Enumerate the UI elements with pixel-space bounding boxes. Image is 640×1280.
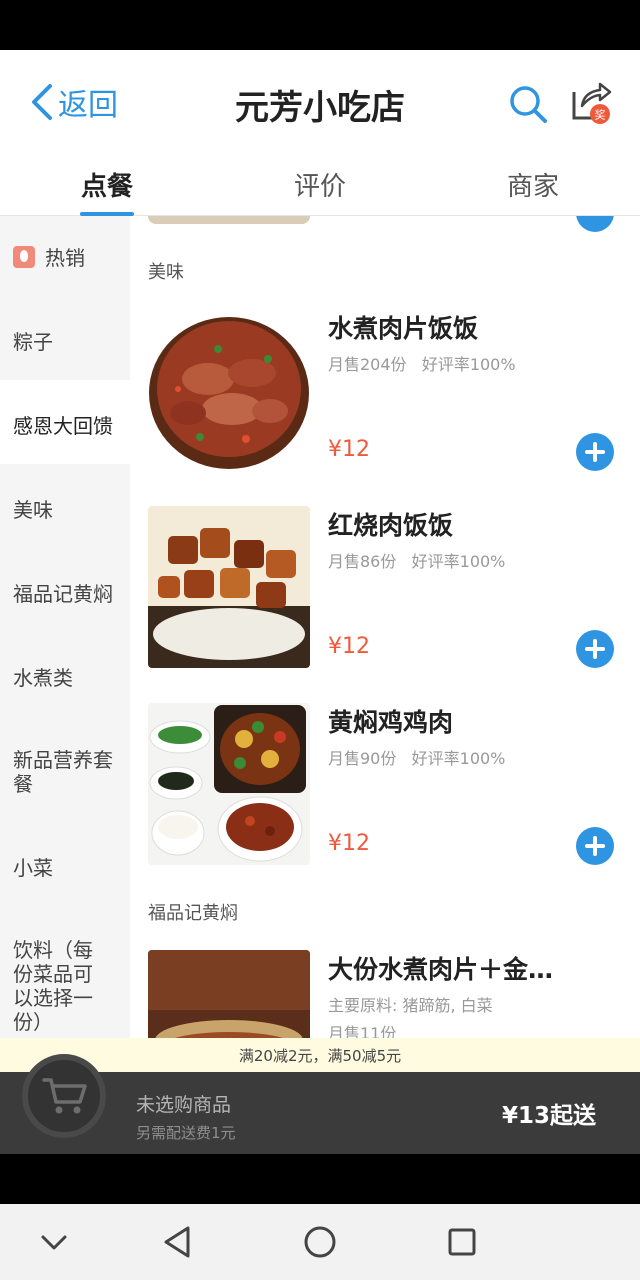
add-to-cart-button[interactable] xyxy=(576,433,614,471)
food-list: 美味 水煮肉片饭饭 月售204份 好评率100% ¥12 红烧肉饭饭 月售86份… xyxy=(130,216,640,1072)
food-name: 黄焖鸡鸡肉 xyxy=(328,708,454,737)
food-rating: 好评率100% xyxy=(411,749,506,768)
recents-square-icon[interactable] xyxy=(442,1222,482,1262)
food-price: ¥12 xyxy=(328,437,370,462)
tab-merchant[interactable]: 商家 xyxy=(473,166,593,203)
home-circle-icon[interactable] xyxy=(300,1222,340,1262)
back-triangle-icon[interactable] xyxy=(158,1222,198,1262)
search-icon[interactable] xyxy=(506,82,550,126)
food-stats: 月售90份 好评率100% xyxy=(328,745,505,769)
food-item[interactable]: 红烧肉饭饭 月售86份 好评率100% ¥12 xyxy=(148,506,640,670)
svg-text:奖: 奖 xyxy=(595,108,606,122)
food-image xyxy=(148,309,310,471)
food-rating: 好评率100% xyxy=(411,552,506,571)
system-nav-bar xyxy=(0,1204,640,1280)
food-sales: 月售204份 xyxy=(328,355,407,374)
sidebar-item-delicious[interactable]: 美味 xyxy=(0,498,130,522)
partial-add-button[interactable] xyxy=(576,216,614,232)
share-icon[interactable]: 奖 xyxy=(568,80,614,126)
food-image xyxy=(148,703,310,865)
shopping-cart-icon xyxy=(42,1078,87,1114)
partial-food-image xyxy=(148,216,310,224)
flame-icon xyxy=(13,246,35,268)
sidebar-item-fupinji[interactable]: 福品记黄焖 xyxy=(0,582,130,606)
min-order-text: ¥13起送 xyxy=(501,1103,596,1129)
header: 返回 元芳小吃店 奖 xyxy=(0,50,640,154)
sidebar-item-new-set[interactable]: 新品营养套餐 xyxy=(0,748,116,796)
tab-bar: 点餐 评价 商家 xyxy=(0,154,640,216)
food-ingredients: 主要原料: 猪蹄筋, 白菜 xyxy=(328,996,493,1015)
food-item[interactable]: 黄焖鸡鸡肉 月售90份 好评率100% ¥12 xyxy=(148,703,640,867)
food-stats: 月售204份 好评率100% xyxy=(328,351,516,375)
food-name: 大份水煮肉片＋金… xyxy=(328,955,554,984)
screen-bottom-area xyxy=(0,1154,640,1204)
sidebar-item-side-dishes[interactable]: 小菜 xyxy=(0,856,130,880)
sidebar-item-drinks[interactable]: 饮料（每份菜品可以选择一份） xyxy=(0,938,112,1034)
food-rating: 好评率100% xyxy=(421,355,516,374)
cart-button[interactable] xyxy=(22,1054,106,1138)
category-sidebar: 热销 粽子 感恩大回馈 美味 福品记黄焖 水煮类 新品营养套餐 小菜 饮料（每份… xyxy=(0,216,130,1072)
food-name: 水煮肉片饭饭 xyxy=(328,314,479,343)
food-price: ¥12 xyxy=(328,634,370,659)
sidebar-item-thanks[interactable]: 感恩大回馈 xyxy=(0,380,130,464)
menu-body: 热销 粽子 感恩大回馈 美味 福品记黄焖 水煮类 新品营养套餐 小菜 饮料（每份… xyxy=(0,216,640,1072)
food-stats: 月售86份 好评率100% xyxy=(328,548,505,572)
sidebar-item-hot[interactable]: 热销 xyxy=(0,246,130,270)
sidebar-item-label: 热销 xyxy=(45,246,85,270)
status-bar-area xyxy=(0,0,640,50)
delivery-fee-text: 另需配送费1元 xyxy=(136,1124,236,1142)
add-to-cart-button[interactable] xyxy=(576,827,614,865)
app-screen: 返回 元芳小吃店 奖 点餐 评价 商家 热销 粽子 感恩大回馈 美味 福品记黄焖… xyxy=(0,50,640,1154)
section-title: 福品记黄焖 xyxy=(148,903,238,924)
food-name: 红烧肉饭饭 xyxy=(328,511,454,540)
food-sales: 月售90份 xyxy=(328,749,397,768)
food-image xyxy=(148,506,310,668)
chevron-down-icon[interactable] xyxy=(34,1222,74,1262)
sidebar-item-boiled[interactable]: 水煮类 xyxy=(0,666,130,690)
add-to-cart-button[interactable] xyxy=(576,630,614,668)
section-title: 美味 xyxy=(148,262,184,283)
food-sales: 月售86份 xyxy=(328,552,397,571)
tab-reviews[interactable]: 评价 xyxy=(260,166,380,203)
sidebar-item-zongzi[interactable]: 粽子 xyxy=(0,330,130,354)
tab-order[interactable]: 点餐 xyxy=(47,166,167,203)
food-item[interactable]: 水煮肉片饭饭 月售204份 好评率100% ¥12 xyxy=(148,309,640,473)
food-price: ¥12 xyxy=(328,831,370,856)
cart-status-text: 未选购商品 xyxy=(136,1094,232,1116)
